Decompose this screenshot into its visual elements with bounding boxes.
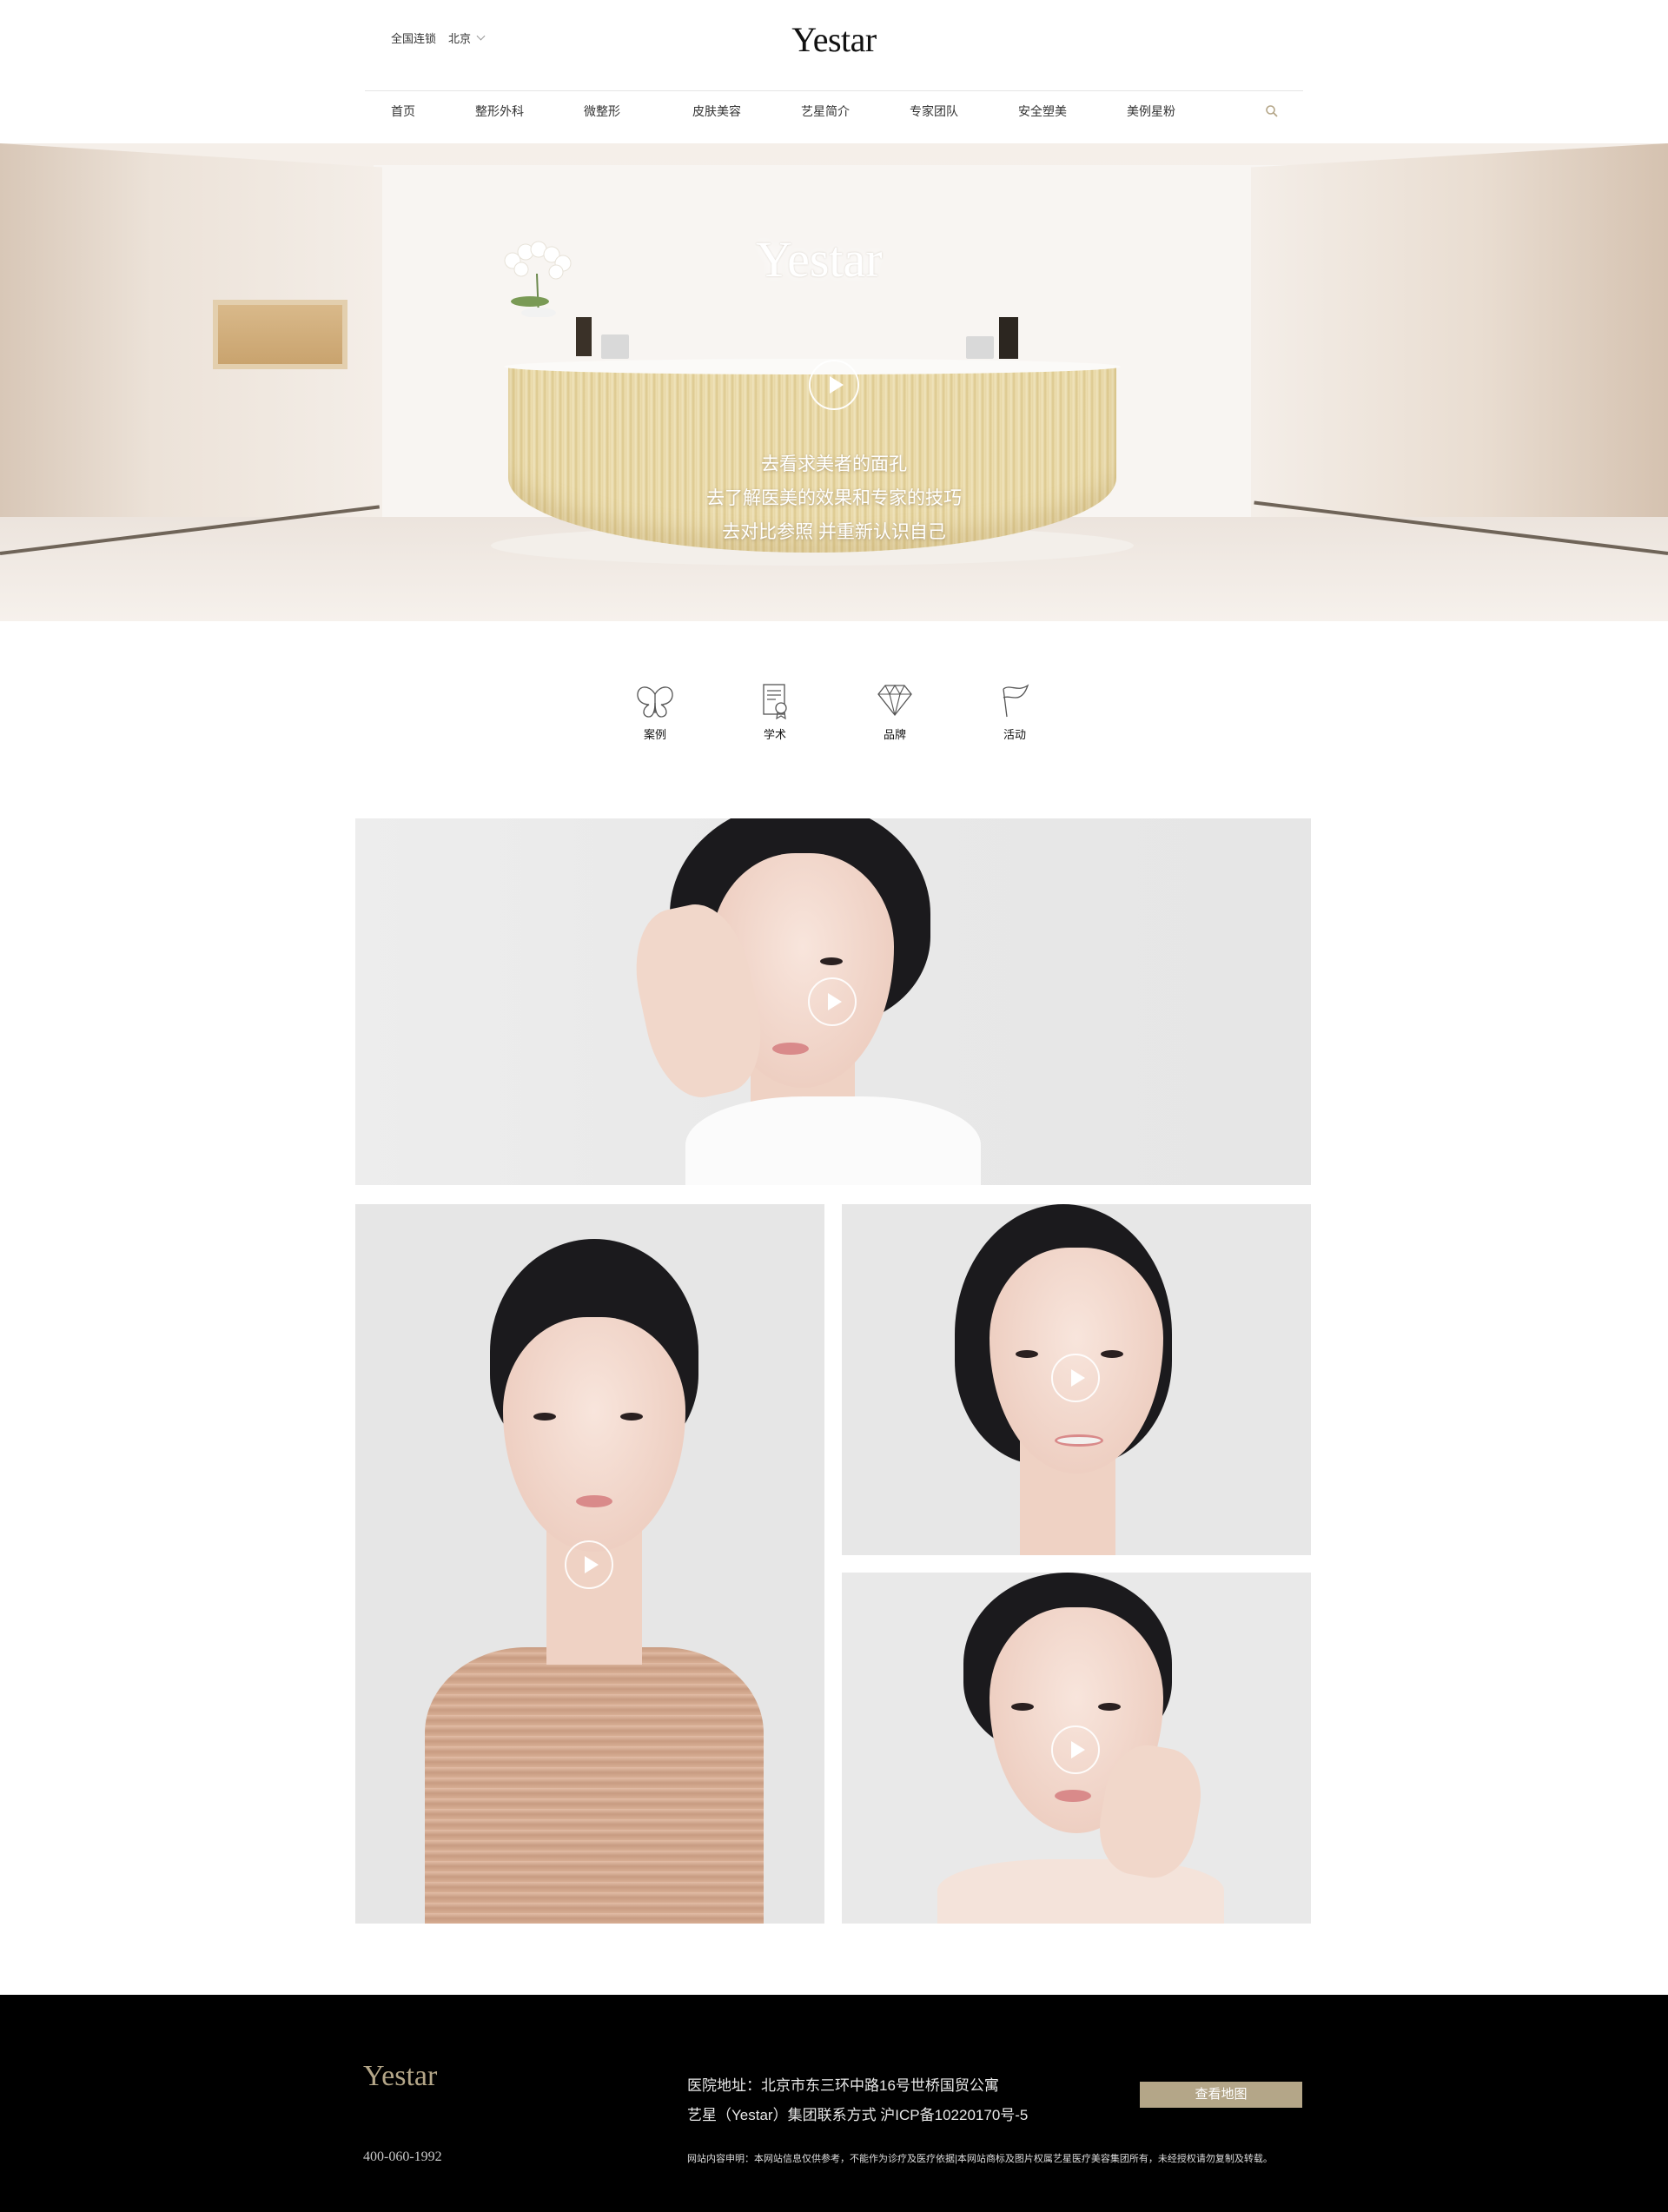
category-label: 案例 — [643, 728, 666, 741]
certificate-icon — [763, 684, 787, 720]
nav-item-cases[interactable]: 美例星粉 — [1127, 103, 1235, 120]
nav-item-micro-plastic[interactable]: 微整形 — [584, 103, 692, 120]
city-dropdown[interactable]: 北京 — [448, 30, 486, 46]
portrait-eye — [820, 957, 843, 965]
portrait-lips — [1055, 1790, 1091, 1802]
portrait-eye — [1016, 1350, 1038, 1358]
nav-item-skin-beauty[interactable]: 皮肤美容 — [692, 103, 801, 120]
desk-sign — [999, 317, 1018, 359]
portrait-eye — [620, 1413, 643, 1421]
nav-item-plastic-surgery[interactable]: 整形外科 — [475, 103, 584, 120]
hero-line: 去了解医美的效果和专家的技巧 — [706, 488, 962, 508]
footer-address: 医院地址：北京市东三环中路16号世桥国贸公寓 — [687, 2077, 999, 2094]
portrait-top — [685, 1096, 981, 1185]
category-brand[interactable]: 品牌 — [860, 682, 930, 742]
play-icon[interactable] — [1051, 1725, 1100, 1774]
site-header: 全国连锁 北京 Yestar 首页 整形外科 微整形 皮肤美容 艺星简介 专家团… — [365, 0, 1303, 143]
gallery-video-tile[interactable] — [355, 1204, 824, 1924]
portrait-eye — [1101, 1350, 1123, 1358]
portrait-eye — [533, 1413, 556, 1421]
nav-item-about[interactable]: 艺星简介 — [801, 103, 910, 120]
gallery-video-tile[interactable] — [842, 1204, 1311, 1555]
laptop — [966, 336, 994, 359]
main-nav: 首页 整形外科 微整形 皮肤美容 艺星简介 专家团队 安全塑美 美例星粉 — [391, 103, 1235, 120]
site-logo[interactable]: Yestar — [791, 19, 877, 60]
play-icon[interactable] — [565, 1540, 613, 1589]
category-label: 活动 — [1003, 728, 1026, 741]
play-icon[interactable] — [1051, 1354, 1100, 1402]
orchid-plant — [504, 241, 572, 317]
desk-sign — [576, 317, 592, 356]
category-label: 品牌 — [883, 728, 906, 741]
category-events[interactable]: 活动 — [980, 682, 1049, 742]
site-footer: Yestar 400-060-1992 医院地址：北京市东三环中路16号世桥国贸… — [0, 1995, 1668, 2212]
hero-line: 去看求美者的面孔 — [761, 454, 907, 474]
flag-icon — [1003, 684, 1029, 718]
category-label: 学术 — [763, 728, 786, 741]
hero-banner: Yestar 去看求美者的面孔 去了解医美的效果和专家的技巧 去对比参照 并重新… — [0, 143, 1668, 621]
search-icon[interactable] — [1265, 104, 1279, 118]
nav-item-home[interactable]: 首页 — [391, 103, 475, 120]
category-bar: 案例 学术 品牌 活动 — [0, 682, 1668, 760]
portrait-eye — [1011, 1703, 1034, 1711]
portrait-lips — [772, 1043, 809, 1055]
play-icon[interactable] — [808, 977, 857, 1026]
region-selector: 全国连锁 北京 — [391, 30, 486, 46]
nav-item-safety[interactable]: 安全塑美 — [1018, 103, 1127, 120]
category-cases[interactable]: 案例 — [620, 682, 690, 742]
butterfly-icon — [637, 686, 673, 718]
header-divider — [365, 90, 1303, 91]
wall-niche — [213, 300, 348, 369]
footer-phone: 400-060-1992 — [363, 2149, 442, 2164]
portrait-dress — [425, 1647, 764, 1924]
gallery-video-tile[interactable] — [355, 818, 1311, 1185]
hero-line: 去对比参照 并重新认识自己 — [722, 522, 946, 542]
chevron-down-icon — [476, 31, 486, 41]
footer-address-block: 医院地址：北京市东三环中路16号世桥国贸公寓 艺星（Yestar）集团联系方式 … — [687, 2071, 1028, 2130]
portrait-lips — [576, 1495, 612, 1507]
category-academic[interactable]: 学术 — [740, 682, 810, 742]
footer-logo[interactable]: Yestar — [363, 2060, 437, 2093]
laptop — [601, 334, 629, 359]
hero-caption: 去看求美者的面孔 去了解医美的效果和专家的技巧 去对比参照 并重新认识自己 — [573, 447, 1095, 549]
footer-contact: 艺星（Yestar）集团联系方式 沪ICP备10220170号-5 — [687, 2107, 1029, 2123]
diamond-icon — [877, 684, 912, 717]
wall-logo: Yestar — [756, 231, 883, 288]
city-label: 北京 — [448, 32, 472, 45]
region-label: 全国连锁 — [391, 32, 437, 45]
portrait-shoulders — [937, 1859, 1224, 1924]
hero-play-icon[interactable] — [809, 360, 859, 410]
footer-disclaimer: 网站内容申明：本网站信息仅供参考，不能作为诊疗及医疗依据|本网站商标及图片权属艺… — [687, 2154, 1273, 2164]
portrait-face — [503, 1317, 685, 1552]
view-map-button[interactable]: 查看地图 — [1140, 2082, 1302, 2108]
portrait-smile — [1055, 1434, 1103, 1447]
nav-item-experts[interactable]: 专家团队 — [910, 103, 1018, 120]
portrait-eye — [1098, 1703, 1121, 1711]
gallery-video-tile[interactable] — [842, 1573, 1311, 1924]
